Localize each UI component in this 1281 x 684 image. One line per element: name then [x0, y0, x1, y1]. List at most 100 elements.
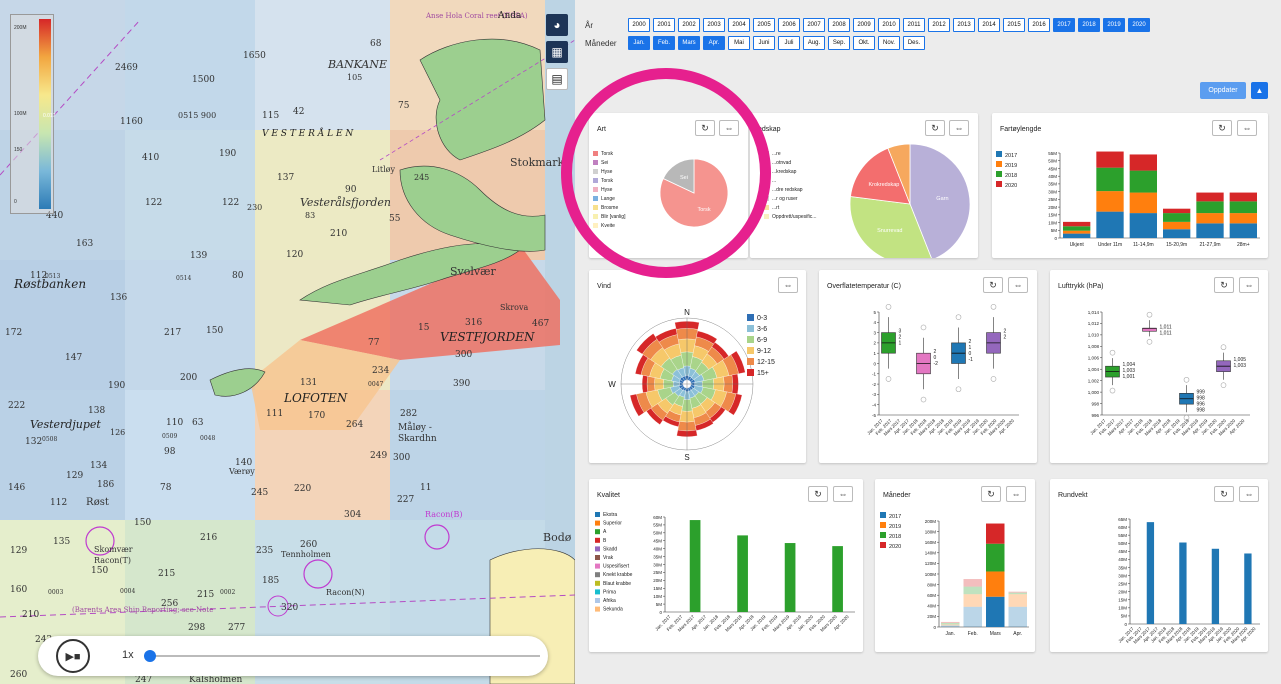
bar	[1211, 548, 1220, 624]
year-chip[interactable]: 2000	[628, 18, 650, 32]
refresh-icon[interactable]: ↻	[983, 277, 1003, 293]
expand-icon[interactable]: ⇔	[949, 120, 969, 136]
expand-icon[interactable]: ⇔	[778, 277, 798, 293]
legend-label: ...otnvad	[772, 160, 791, 166]
year-chip[interactable]: 2014	[978, 18, 1000, 32]
year-chip[interactable]: 2003	[703, 18, 725, 32]
legend-label: 3-6	[757, 326, 767, 333]
expand-icon[interactable]: ⇔	[1239, 277, 1259, 293]
expand-icon[interactable]: ⇔	[1006, 486, 1026, 502]
refresh-icon[interactable]: ↻	[1212, 120, 1232, 136]
card-title-kvalitet: Kvalitet	[597, 492, 620, 499]
outlier	[885, 376, 892, 382]
year-chip[interactable]: 2010	[878, 18, 900, 32]
year-chip[interactable]: 2007	[803, 18, 825, 32]
year-chip[interactable]: 2012	[928, 18, 950, 32]
year-chip[interactable]: 2008	[828, 18, 850, 32]
legend-label: 12-15	[757, 359, 775, 366]
collapse-up-button[interactable]: ▲	[1251, 82, 1268, 99]
month-chip[interactable]: Sep.	[828, 36, 850, 50]
speed-label[interactable]: 1x	[122, 649, 134, 661]
month-chip[interactable]: Des.	[903, 36, 925, 50]
map-label: 147	[65, 353, 82, 363]
time-slider-thumb[interactable]	[144, 650, 156, 662]
legend-mid: 100M	[14, 111, 27, 117]
map-label: LOFOTEN	[283, 391, 348, 405]
year-chip[interactable]: 2013	[953, 18, 975, 32]
month-chip[interactable]: Feb.	[653, 36, 675, 50]
legend-swatch	[764, 196, 769, 201]
map-label: Racon(N)	[326, 588, 365, 597]
month-chip[interactable]: Mars	[678, 36, 700, 50]
year-chip[interactable]: 2009	[853, 18, 875, 32]
expand-icon[interactable]: ⇔	[1008, 277, 1028, 293]
expand-icon[interactable]: ⇔	[1237, 120, 1257, 136]
month-chip[interactable]: Juni	[753, 36, 775, 50]
map-label: 150	[206, 326, 223, 336]
month-chip[interactable]: Nov.	[878, 36, 900, 50]
data-label: -1	[969, 357, 974, 363]
legend-swatch	[880, 532, 886, 538]
map-label: Skomvær	[94, 545, 133, 554]
map-label: 115	[262, 111, 279, 121]
map-label: 170	[308, 411, 325, 421]
outlier	[885, 304, 892, 310]
year-chip[interactable]: 2001	[653, 18, 675, 32]
year-chip[interactable]: 2005	[753, 18, 775, 32]
refresh-icon[interactable]: ↻	[1214, 486, 1234, 502]
year-chip[interactable]: 2018	[1078, 18, 1100, 32]
month-chip[interactable]: Jan.	[628, 36, 650, 50]
refresh-icon[interactable]: ↻	[808, 486, 828, 502]
y-tick-label: 998	[1091, 401, 1099, 406]
expand-icon[interactable]: ⇔	[1239, 486, 1259, 502]
expand-icon[interactable]: ⇔	[719, 120, 739, 136]
year-chip[interactable]: 2004	[728, 18, 750, 32]
nautical-chart[interactable]: Anse Hola Coral reef (ESSA)Anda246915001…	[0, 0, 575, 684]
month-chip[interactable]: Apr.	[703, 36, 725, 50]
legend-swatch	[595, 572, 600, 578]
month-chip[interactable]: Juli	[778, 36, 800, 50]
pie-label: Garn	[936, 196, 948, 202]
legend-label: ...kredskap	[772, 169, 797, 175]
map-icon[interactable]: ▦	[546, 41, 568, 63]
legend-swatch	[747, 325, 754, 332]
y-tick-label: 1,012	[1088, 321, 1100, 326]
year-chip[interactable]: 2006	[778, 18, 800, 32]
refresh-icon[interactable]: ↻	[925, 120, 945, 136]
month-chip[interactable]: Mai	[728, 36, 750, 50]
play-pause-button[interactable]: ▶■	[56, 639, 90, 673]
refresh-icon[interactable]: ↻	[695, 120, 715, 136]
year-chip[interactable]: 2011	[903, 18, 925, 32]
year-chip[interactable]: 2020	[1128, 18, 1150, 32]
month-chip[interactable]: Aug.	[803, 36, 825, 50]
map-label: 230	[247, 203, 262, 212]
legend-low: 150	[14, 147, 23, 153]
expand-icon[interactable]: ⇔	[833, 486, 853, 502]
map-view[interactable]: Anse Hola Coral reef (ESSA) Anda 2469 1500 1…	[0, 0, 575, 684]
y-tick-label: 120M	[925, 561, 937, 566]
year-chip[interactable]: 2019	[1103, 18, 1125, 32]
map-label: Anda	[497, 11, 522, 21]
pie-chart-icon[interactable]: ◕	[546, 14, 568, 36]
outlier	[990, 376, 997, 382]
refresh-icon[interactable]: ↻	[981, 486, 1001, 502]
legend-swatch	[595, 512, 600, 517]
legend-swatch	[764, 178, 769, 183]
legend-swatch	[593, 178, 598, 183]
refresh-icon[interactable]: ↻	[1214, 277, 1234, 293]
year-chip[interactable]: 2017	[1053, 18, 1075, 32]
y-tick-label: 10M	[1118, 606, 1127, 611]
document-icon[interactable]: ▤	[546, 68, 568, 90]
bar	[1229, 201, 1257, 214]
bar	[963, 606, 982, 627]
time-slider-track[interactable]	[150, 655, 540, 657]
year-chip[interactable]: 2016	[1028, 18, 1050, 32]
month-chip[interactable]: Okt.	[853, 36, 875, 50]
update-button[interactable]: Oppdater	[1200, 82, 1246, 99]
year-chip[interactable]: 2002	[678, 18, 700, 32]
map-label: 234	[372, 366, 389, 376]
map-label: 112	[50, 498, 67, 508]
x-tick-label: Ukjent	[1070, 242, 1085, 248]
map-label: 68	[370, 39, 382, 49]
year-chip[interactable]: 2015	[1003, 18, 1025, 32]
